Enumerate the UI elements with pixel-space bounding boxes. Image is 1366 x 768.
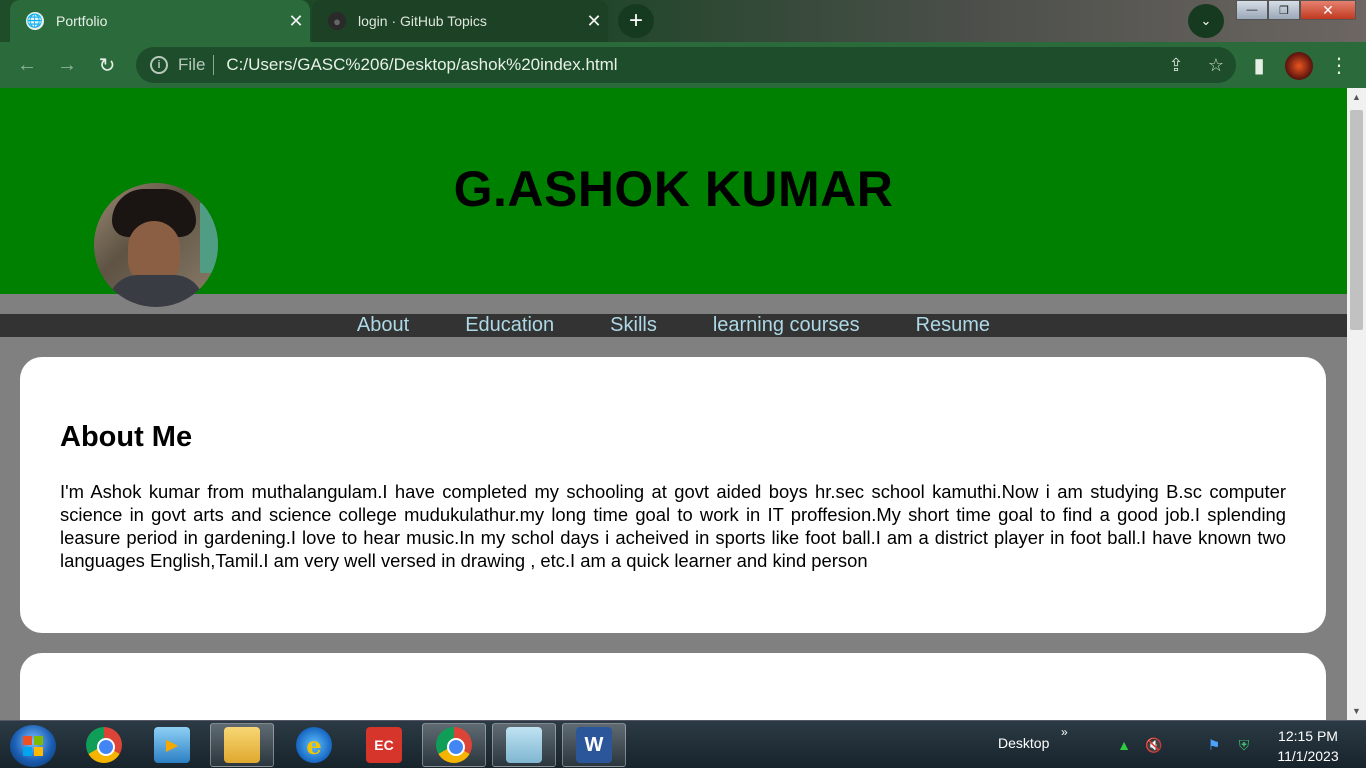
star-icon[interactable]: ☆: [1196, 55, 1236, 76]
tab-github-topics[interactable]: ● login · GitHub Topics ✕: [312, 0, 608, 42]
tab-strip: 🌐 Portfolio ✕ ● login · GitHub Topics ✕ …: [0, 0, 1366, 42]
minimize-button[interactable]: —: [1236, 0, 1268, 20]
address-url[interactable]: C:/Users/GASC%206/Desktop/ashok%20index.…: [226, 55, 1156, 75]
profile-avatar[interactable]: [1285, 52, 1313, 80]
nav-bar: About Education Skills learning courses …: [0, 314, 1347, 337]
about-section: About Me I'm Ashok kumar from muthalangu…: [20, 357, 1326, 633]
chrome-icon: [86, 727, 122, 763]
desktop-toolbar-label[interactable]: Desktop: [998, 735, 1049, 751]
nav-link-education[interactable]: Education: [465, 314, 554, 337]
chrome-profile-icon: [436, 727, 472, 763]
nav-link-skills[interactable]: Skills: [610, 314, 657, 337]
tray-network-icon[interactable]: ▲: [1114, 735, 1134, 755]
tab-title: Portfolio: [56, 13, 108, 29]
browser-toolbar: ← → ↻ i File C:/Users/GASC%206/Desktop/a…: [0, 42, 1366, 88]
volume-muted-icon[interactable]: 🔇: [1144, 735, 1164, 755]
taskbar-word[interactable]: W: [562, 723, 626, 767]
file-explorer-icon: [224, 727, 260, 763]
taskbar-media-player[interactable]: ▶: [140, 723, 204, 767]
internet-explorer-icon: e: [296, 727, 332, 763]
nav-link-about[interactable]: About: [357, 314, 409, 337]
word-icon: W: [576, 727, 612, 763]
window-controls: — ❐ ✕: [1236, 0, 1356, 22]
close-tab-icon[interactable]: ✕: [282, 11, 310, 32]
close-tab-icon[interactable]: ✕: [580, 11, 608, 32]
tab-search-button[interactable]: ⌄: [1188, 4, 1224, 38]
taskbar-chrome-profile[interactable]: [422, 723, 486, 767]
chevron-icon[interactable]: »: [1061, 725, 1068, 739]
new-tab-button[interactable]: +: [618, 4, 654, 38]
share-icon[interactable]: ⇪: [1156, 55, 1196, 76]
maximize-button[interactable]: ❐: [1268, 0, 1300, 20]
tab-portfolio[interactable]: 🌐 Portfolio ✕: [10, 0, 310, 42]
globe-icon: 🌐: [26, 12, 44, 30]
menu-icon[interactable]: ⋮: [1325, 51, 1353, 79]
security-shield-icon[interactable]: ⛨: [1234, 735, 1254, 755]
ec-app-icon: EC: [366, 727, 402, 763]
tab-title: login · GitHub Topics: [358, 13, 487, 29]
reload-icon[interactable]: ↻: [93, 51, 121, 79]
action-center-icon[interactable]: ⚑: [1204, 735, 1224, 755]
media-player-icon: ▶: [154, 727, 190, 763]
side-panel-icon[interactable]: ▮: [1245, 51, 1273, 79]
start-button[interactable]: [10, 725, 56, 767]
taskbar-notepad[interactable]: [492, 723, 556, 767]
back-icon[interactable]: ←: [13, 51, 41, 79]
taskbar-internet-explorer[interactable]: e: [282, 723, 346, 767]
page-viewport: G.ASHOK KUMAR About Education Skills lea…: [0, 88, 1347, 720]
close-window-button[interactable]: ✕: [1300, 0, 1356, 20]
scroll-down-icon[interactable]: ▼: [1347, 702, 1366, 720]
github-icon: ●: [328, 12, 346, 30]
taskbar-ec-app[interactable]: EC: [352, 723, 416, 767]
about-heading: About Me: [60, 421, 193, 453]
nav-link-resume[interactable]: Resume: [916, 314, 990, 337]
profile-photo: [94, 183, 218, 307]
system-clock[interactable]: 12:15 PM 11/1/2023: [1268, 726, 1348, 766]
nav-link-learning-courses[interactable]: learning courses: [713, 314, 860, 337]
scrollbar-thumb[interactable]: [1350, 110, 1363, 330]
address-scheme: File: [178, 55, 215, 75]
page-header: G.ASHOK KUMAR: [0, 88, 1347, 307]
taskbar-chrome[interactable]: [72, 723, 136, 767]
address-bar[interactable]: i File C:/Users/GASC%206/Desktop/ashok%2…: [136, 47, 1236, 83]
info-icon[interactable]: i: [150, 56, 168, 74]
forward-icon[interactable]: →: [53, 51, 81, 79]
about-text: I'm Ashok kumar from muthalangulam.I hav…: [60, 481, 1286, 571]
windows-logo-icon: [23, 736, 43, 756]
scroll-up-icon[interactable]: ▲: [1347, 88, 1366, 106]
page-scrollbar[interactable]: ▲ ▼: [1347, 88, 1366, 720]
taskbar-file-explorer[interactable]: [210, 723, 274, 767]
clock-time: 12:15 PM: [1278, 728, 1338, 744]
taskbar: ▶ e EC W Desktop » ▲ 🔇 ⚑ ⛨ 12:15 PM 11/1…: [0, 720, 1366, 768]
notepad-icon: [506, 727, 542, 763]
clock-date: 11/1/2023: [1277, 748, 1339, 764]
education-section: [20, 653, 1326, 720]
